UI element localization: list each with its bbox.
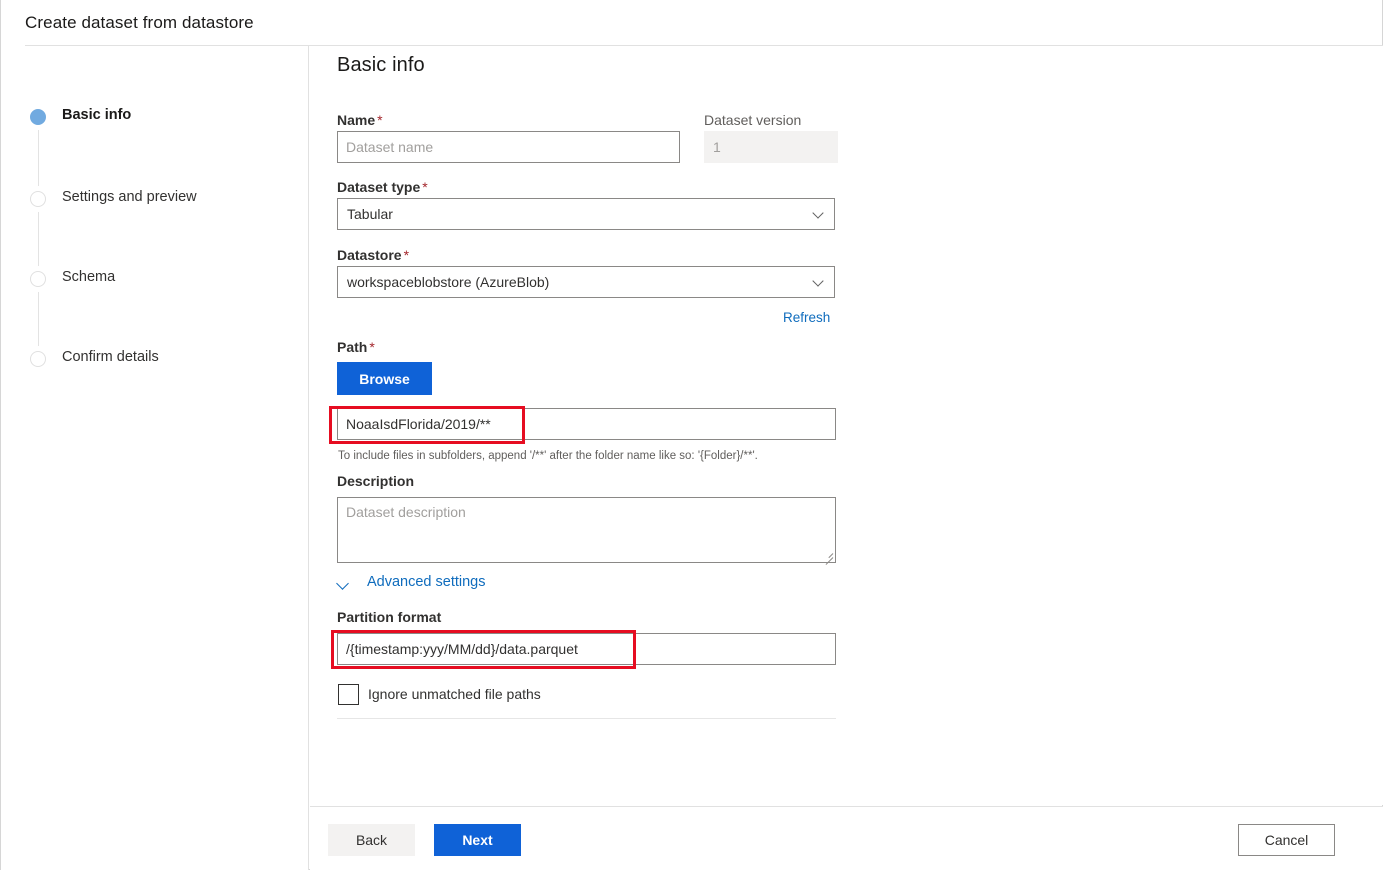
step-indicator-icon [30,271,46,287]
step-label: Settings and preview [62,189,197,205]
description-label: Description [337,473,414,489]
advanced-settings-label: Advanced settings [367,574,486,590]
step-indicator-icon [30,191,46,207]
path-label: Path* [337,339,375,355]
datastore-select[interactable]: workspaceblobstore (AzureBlob) [337,266,835,298]
required-asterisk: * [420,179,427,195]
dataset-version-label: Dataset version [704,112,801,128]
step-label: Basic info [62,107,131,123]
dialog-footer: Back Next Cancel [310,806,1383,870]
step-label: Confirm details [62,349,159,365]
ignore-unmatched-label: Ignore unmatched file paths [368,686,541,702]
name-label: Name* [337,112,383,128]
sidebar-item-confirm-details[interactable]: Confirm details [1,346,309,372]
sidebar-item-settings-and-preview[interactable]: Settings and preview [1,186,309,212]
step-label: Schema [62,269,115,285]
wizard-step-rail: Basic info Settings and preview Schema C… [1,46,309,870]
partition-format-label: Partition format [337,609,441,625]
partition-format-input[interactable] [337,633,836,665]
step-indicator-icon [30,109,46,125]
datastore-label: Datastore* [337,247,409,263]
page-title: Basic info [337,54,425,77]
next-button[interactable]: Next [434,824,521,856]
path-input[interactable] [337,408,836,440]
name-input[interactable] [337,131,680,163]
dataset-type-select[interactable]: Tabular [337,198,835,230]
required-asterisk: * [402,247,409,263]
dataset-type-label: Dataset type* [337,179,428,195]
datastore-value: workspaceblobstore (AzureBlob) [347,267,549,297]
ignore-unmatched-checkbox[interactable] [338,684,359,705]
basic-info-form: Basic info Name* Dataset version Dataset… [310,46,1383,805]
section-divider [337,718,836,719]
chevron-down-icon [814,277,825,288]
dataset-type-value: Tabular [347,199,393,229]
back-button[interactable]: Back [328,824,415,856]
description-textarea[interactable] [337,497,836,563]
dialog-header: Create dataset from datastore [1,0,1383,46]
dialog-title: Create dataset from datastore [25,13,254,33]
path-helper-text: To include files in subfolders, append '… [338,450,758,462]
cancel-button[interactable]: Cancel [1238,824,1335,856]
dataset-version-input [704,131,838,163]
chevron-down-icon [814,209,825,220]
step-connector [38,130,39,186]
sidebar-item-basic-info[interactable]: Basic info [1,104,309,130]
required-asterisk: * [367,339,374,355]
create-dataset-dialog: Create dataset from datastore Basic info… [0,0,1383,870]
refresh-link[interactable]: Refresh [783,310,830,325]
step-indicator-icon [30,351,46,367]
required-asterisk: * [375,112,382,128]
browse-button[interactable]: Browse [337,362,432,395]
step-connector [38,212,39,266]
sidebar-item-schema[interactable]: Schema [1,266,309,292]
chevron-down-icon [337,578,351,592]
step-connector [38,292,39,346]
